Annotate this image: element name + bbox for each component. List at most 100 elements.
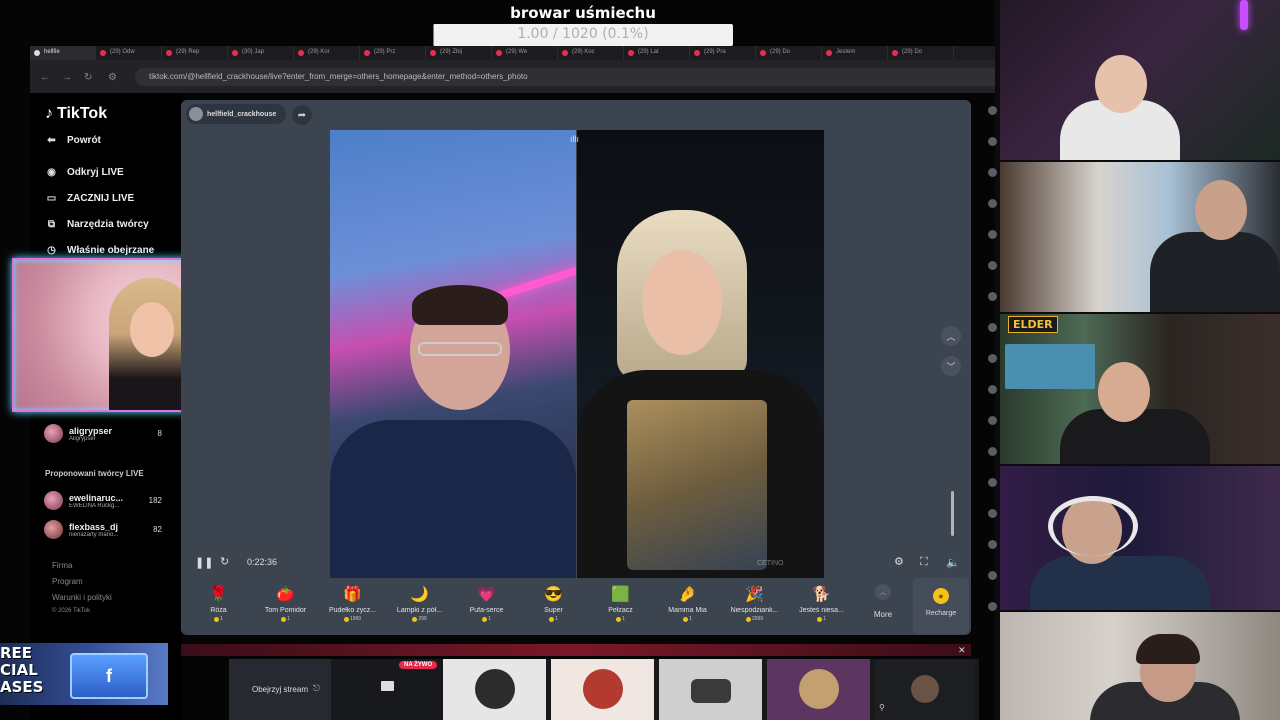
browser-tab[interactable]: hellfie	[30, 46, 96, 60]
stream-time: 0:22:36	[247, 557, 278, 567]
browser-tab[interactable]: (29) Prz	[360, 46, 426, 60]
browser-tab[interactable]: (29) We	[492, 46, 558, 60]
more-gifts-button[interactable]: ︿ More	[867, 584, 899, 619]
browser-tab[interactable]: (29) Zbij	[426, 46, 492, 60]
rail-dot-icon[interactable]	[987, 509, 997, 518]
sidebar-item-discover-live[interactable]: ◉ Odkryj LIVE	[44, 165, 124, 180]
rail-dot-icon[interactable]	[987, 106, 997, 115]
sidebar-item-recently-watched[interactable]: ◷ Właśnie obejrzane	[44, 243, 154, 258]
link-icon[interactable]: ⚲	[879, 703, 885, 712]
promo-banner[interactable]: REE CIAL ASES f	[0, 643, 168, 705]
suggested-creator[interactable]: flexbass_dj nienażarty mario... 82	[44, 520, 162, 539]
url-bar[interactable]: tiktok.com/@hellfield_crackhouse/live?en…	[135, 68, 1015, 86]
gift-item[interactable]: 💗 Pufa-serce 1	[453, 578, 520, 634]
followed-creator[interactable]: aligrypser Aligrypser 8	[44, 424, 162, 443]
footer-link[interactable]: Warunki i polityki	[52, 593, 112, 602]
tomato-icon: 🍅	[276, 586, 295, 603]
rail-dot-icon[interactable]	[987, 385, 997, 394]
gift-item[interactable]: 🟩 Pełzacz 1	[587, 578, 654, 634]
back-arrow-icon[interactable]: ←	[40, 72, 50, 83]
fullscreen-icon[interactable]: ⛶	[920, 556, 928, 569]
settings-gear-icon[interactable]: ⚙	[894, 555, 904, 568]
stream-thumbnail[interactable]	[767, 659, 870, 720]
browser-tab[interactable]: Jestem	[822, 46, 888, 60]
browser-tab[interactable]: (30) Jap	[228, 46, 294, 60]
browser-tab[interactable]: (29) Do	[888, 46, 954, 60]
volume-slider[interactable]	[951, 491, 954, 536]
rail-dot-icon[interactable]	[987, 168, 997, 177]
rail-dot-icon[interactable]	[987, 447, 997, 456]
rail-dot-icon[interactable]	[987, 261, 997, 270]
sidebar-item-creator-tools[interactable]: ⧉ Narzędzia twórcy	[44, 217, 149, 232]
person-face	[642, 250, 722, 355]
rail-dot-icon[interactable]	[987, 323, 997, 332]
rail-dot-icon[interactable]	[987, 571, 997, 580]
thumbnail-car	[690, 679, 731, 703]
browser-tab[interactable]: (29) Odw	[96, 46, 162, 60]
browser-toolbar: ← → ↻ ⚙ tiktok.com/@hellfield_crackhouse…	[30, 60, 1015, 93]
gift-item[interactable]: 🌙 Lampki z pół... 299	[386, 578, 453, 634]
gift-box-icon: 🎁	[343, 586, 362, 603]
monitor-icon	[381, 681, 394, 691]
previous-stream-button[interactable]: ︿	[941, 326, 961, 346]
rail-dot-icon[interactable]	[987, 292, 997, 301]
sidebar-item-start-live[interactable]: ▭ ZACZNIJ LIVE	[44, 191, 134, 206]
host-chip[interactable]: hellfield_crackhouse	[186, 104, 286, 124]
footer-link[interactable]: Program	[52, 577, 83, 586]
stream-thumbnail[interactable]	[443, 659, 546, 720]
gift-price: 1	[549, 616, 558, 622]
suggested-creator[interactable]: ewelinaruc... EWELINA Ruckg... 182	[44, 491, 162, 510]
rail-dot-icon[interactable]	[987, 199, 997, 208]
tiktok-logo[interactable]: ♪ TikTok	[45, 105, 107, 123]
banner-strip	[181, 644, 971, 656]
site-info-icon[interactable]: ⚙	[108, 72, 117, 83]
gift-item[interactable]: 🎉 Niespodziank... 2999	[721, 578, 788, 634]
rail-dot-icon[interactable]	[987, 540, 997, 549]
browser-tab[interactable]: (29) Pra	[690, 46, 756, 60]
browser-tab[interactable]: (29) Koc	[558, 46, 624, 60]
close-icon[interactable]: ✕	[958, 645, 966, 656]
footer-link[interactable]: Firma	[52, 561, 72, 570]
surprise-icon: 🎉	[745, 586, 764, 603]
avatar	[44, 520, 63, 539]
stream-thumbnail[interactable]	[875, 659, 975, 720]
rail-dot-icon[interactable]	[987, 478, 997, 487]
reload-icon[interactable]: ↻	[84, 72, 92, 83]
headphones	[1048, 496, 1138, 556]
gift-item[interactable]: 🌹 Róża 1	[185, 578, 252, 634]
browser-tab[interactable]: (29) Kor	[294, 46, 360, 60]
rail-dot-icon[interactable]	[987, 230, 997, 239]
person-body	[1150, 232, 1280, 312]
host-name: hellfield_crackhouse	[207, 110, 277, 118]
sidebar-item-back[interactable]: ⬅ Powrót	[44, 133, 101, 148]
gift-item[interactable]: 🐕 Jesteś niesa... 1	[788, 578, 855, 634]
rail-dot-icon[interactable]	[987, 416, 997, 425]
browser-tab[interactable]: (29) Rep	[162, 46, 228, 60]
gift-item[interactable]: 🎁 Pudełko życz... 1999	[319, 578, 386, 634]
browser-tab[interactable]: (29) Do	[756, 46, 822, 60]
refresh-icon[interactable]: ↻	[220, 555, 229, 568]
browser-tab[interactable]: (29) Lat	[624, 46, 690, 60]
pause-icon[interactable]: ❚❚	[195, 556, 213, 569]
share-button[interactable]: ➦	[292, 105, 312, 125]
tab-label: (29) We	[506, 49, 528, 55]
rail-dot-icon[interactable]	[987, 354, 997, 363]
avatar	[44, 491, 63, 510]
rail-dot-icon[interactable]	[987, 137, 997, 146]
recharge-button[interactable]: ● Recharge	[913, 578, 969, 634]
stream-thumbnail[interactable]	[659, 659, 762, 720]
exit-icon[interactable]: ⎋	[313, 683, 320, 694]
webcam-face	[130, 302, 174, 357]
volume-icon[interactable]: 🔈	[946, 556, 960, 569]
gift-item[interactable]: 😎 Super 1	[520, 578, 587, 634]
tab-favicon-icon	[562, 50, 568, 56]
gift-item[interactable]: 🤌 Mamma Mia 1	[654, 578, 721, 634]
gift-item[interactable]: 🍅 Tom Pomidor 1	[252, 578, 319, 634]
tab-favicon-icon	[628, 50, 634, 56]
rail-dot-icon[interactable]	[987, 602, 997, 611]
forward-arrow-icon[interactable]: →	[62, 72, 72, 83]
next-stream-button[interactable]: ﹀	[941, 356, 961, 376]
stream-thumbnail[interactable]	[551, 659, 654, 720]
tab-label: (29) Rep	[176, 49, 200, 55]
thumbnail-person	[911, 675, 939, 703]
